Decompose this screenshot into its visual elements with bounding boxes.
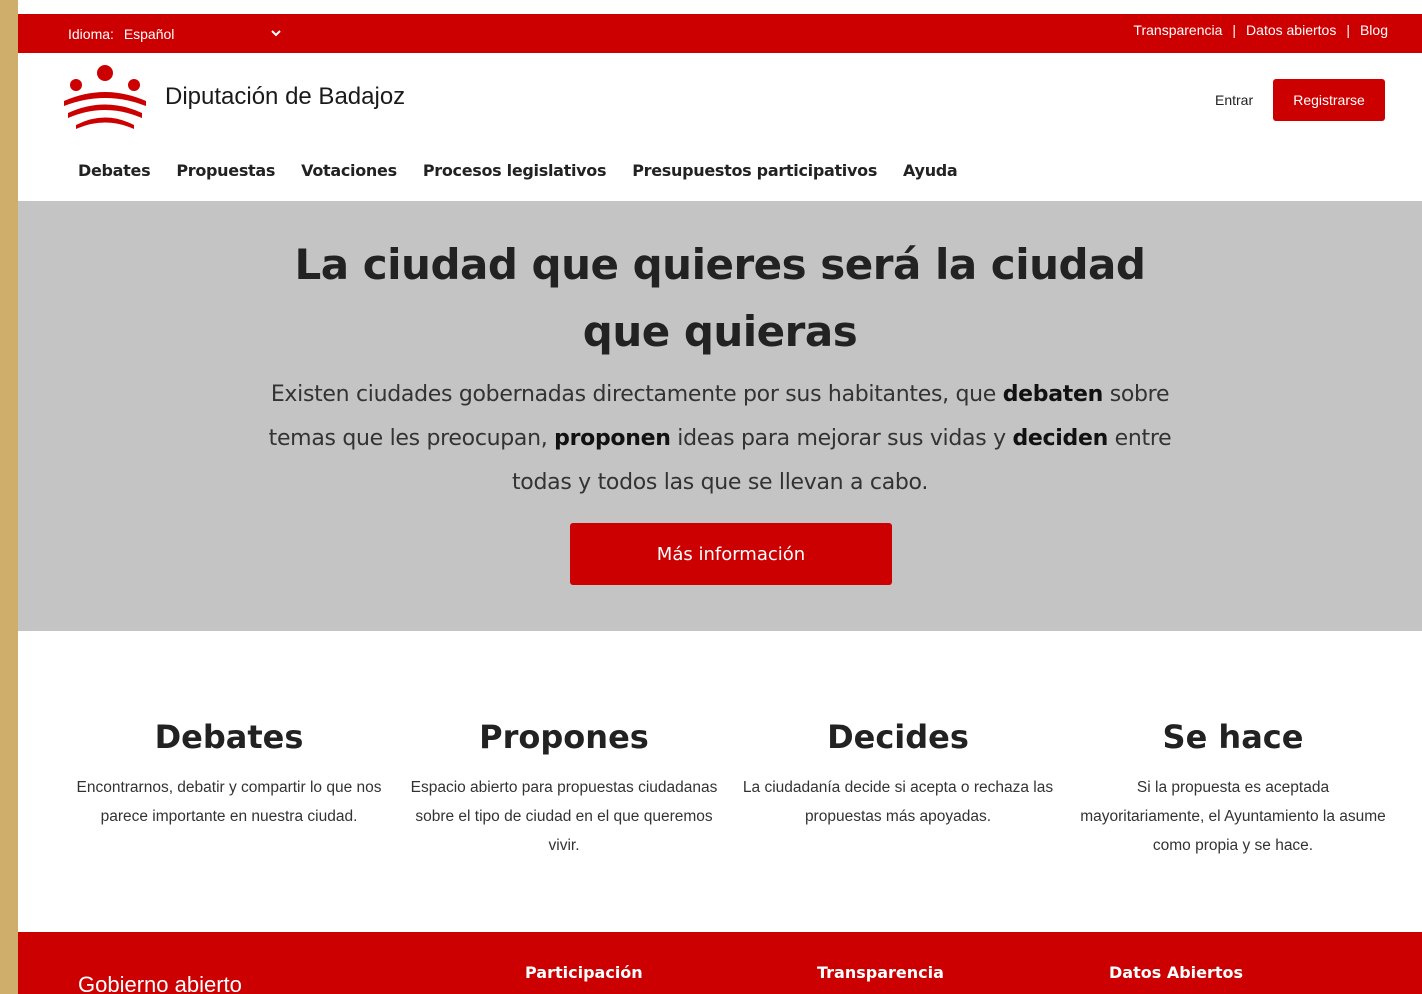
register-button[interactable]: Registrarse (1273, 79, 1385, 121)
chevron-down-icon[interactable] (270, 27, 282, 39)
nav-procesos-legislativos[interactable]: Procesos legislativos (423, 161, 607, 180)
hero-banner: La ciudad que quieres será la ciudad que… (18, 201, 1422, 631)
feature-title: Propones (479, 718, 649, 756)
hero-bold: deciden (1012, 426, 1108, 451)
login-link[interactable]: Entrar (1215, 92, 1253, 108)
feature-title: Decides (827, 718, 969, 756)
top-utility-bar: Idioma: Español Transparencia | Datos ab… (18, 14, 1422, 53)
datos-abiertos-link[interactable]: Datos abiertos (1246, 22, 1336, 38)
hero-description: Existen ciudades gobernadas directamente… (258, 373, 1182, 505)
feature-text: La ciudadanía decide si acepta o rechaza… (742, 779, 1054, 825)
language-label: Idioma: (68, 26, 114, 42)
site-name[interactable]: Diputación de Badajoz (165, 83, 405, 111)
blog-link[interactable]: Blog (1360, 22, 1388, 38)
feature-title: Se hace (1162, 718, 1304, 756)
diputacion-badajoz-logo[interactable] (62, 63, 148, 133)
more-info-button[interactable]: Más información (570, 523, 892, 585)
nav-votaciones[interactable]: Votaciones (301, 161, 397, 180)
features-section: Debates Encontrarnos, debatir y comparti… (18, 631, 1422, 932)
feature-se-hace: Se hace Si la propuesta es aceptada mayo… (1073, 717, 1393, 860)
page: Idioma: Español Transparencia | Datos ab… (18, 0, 1422, 994)
feature-text: Si la propuesta es aceptada mayoritariam… (1080, 779, 1386, 854)
nav-presupuestos-participativos[interactable]: Presupuestos participativos (632, 161, 877, 180)
feature-title: Debates (154, 718, 304, 756)
top-links: Transparencia | Datos abiertos | Blog (1133, 22, 1388, 38)
feature-propones: Propones Espacio abierto para propuestas… (404, 717, 724, 860)
feature-decides: Decides La ciudadanía decide si acepta o… (738, 717, 1058, 831)
footer-col-participacion[interactable]: Participación (525, 963, 643, 982)
site-header: Diputación de Badajoz Entrar Registrarse… (18, 53, 1422, 201)
nav-propuestas[interactable]: Propuestas (176, 161, 275, 180)
feature-text: Espacio abierto para propuestas ciudadan… (410, 779, 718, 854)
feature-text: Encontrarnos, debatir y compartir lo que… (76, 779, 382, 825)
separator: | (1346, 22, 1350, 38)
language-value[interactable]: Español (124, 26, 175, 42)
footer-brand: Gobierno abierto (78, 972, 242, 994)
footer-col-transparencia[interactable]: Transparencia (817, 963, 944, 982)
hero-bold: debaten (1002, 382, 1104, 407)
nav-ayuda[interactable]: Ayuda (903, 161, 958, 180)
feature-debates: Debates Encontrarnos, debatir y comparti… (69, 717, 389, 831)
hero-bold: proponen (554, 426, 671, 451)
main-nav: Debates Propuestas Votaciones Procesos l… (78, 161, 983, 180)
separator: | (1232, 22, 1237, 38)
hero-text: Existen ciudades gobernadas directamente… (270, 382, 1003, 407)
nav-debates[interactable]: Debates (78, 161, 151, 180)
language-selector[interactable]: Idioma: Español (68, 26, 174, 42)
transparencia-link[interactable]: Transparencia (1133, 22, 1222, 38)
site-footer: Gobierno abierto Participación Transpare… (18, 932, 1422, 994)
footer-col-datos-abiertos[interactable]: Datos Abiertos (1109, 963, 1243, 982)
hero-title: La ciudad que quieres será la ciudad que… (294, 240, 1146, 356)
hero-text: ideas para mejorar sus vidas y (670, 426, 1013, 451)
